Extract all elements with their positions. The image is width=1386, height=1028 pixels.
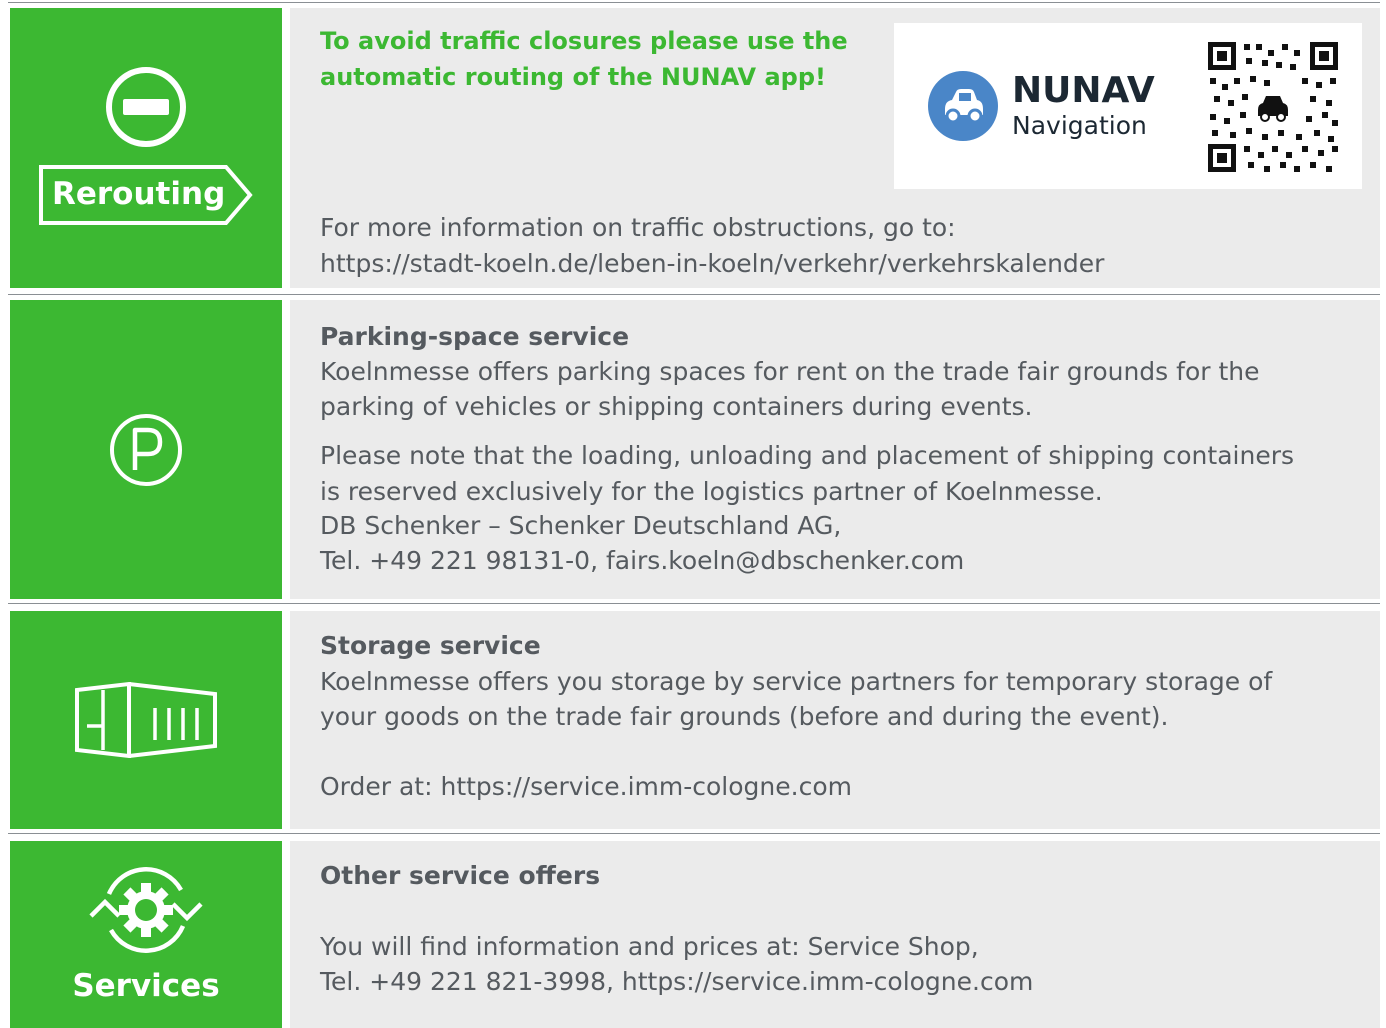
- parking-text-line: Koelnmesse offers parking spaces for ren…: [320, 357, 1260, 386]
- parking-panel: Parking-space service Koelnmesse offers …: [290, 300, 1380, 599]
- nunav-banner: NUNAV Navigation: [894, 23, 1362, 189]
- container-icon: [75, 682, 217, 758]
- services-text-line: You will find information and prices at:…: [320, 932, 979, 961]
- nunav-brand-name: NUNAV: [1012, 70, 1155, 111]
- no-entry-icon: [106, 67, 186, 147]
- rerouting-headline: To avoid traffic closures please use the: [320, 27, 848, 55]
- nunav-brand-subtitle: Navigation: [1012, 111, 1147, 140]
- services-tile: Services: [10, 841, 282, 1028]
- rerouting-headline: automatic routing of the NUNAV app!: [320, 63, 826, 91]
- divider: [8, 2, 1380, 3]
- parking-note-line: Please note that the loading, unloading …: [320, 441, 1294, 470]
- parking-contact[interactable]: Tel. +49 221 98131-0, fairs.koeln@dbsche…: [320, 544, 964, 578]
- parking-title: Parking-space service: [320, 322, 630, 351]
- parking-section: Parking-space service Koelnmesse offers …: [10, 300, 1380, 599]
- rerouting-panel: To avoid traffic closures please use the…: [290, 8, 1380, 288]
- storage-title: Storage service: [320, 631, 541, 660]
- divider: [8, 603, 1380, 604]
- storage-order-link[interactable]: Order at: https://service.imm-cologne.co…: [320, 770, 852, 804]
- rerouting-tile: Rerouting: [10, 8, 282, 288]
- rerouting-info-text: For more information on traffic obstruct…: [320, 213, 956, 242]
- parking-note-line: is reserved exclusively for the logistic…: [320, 477, 1103, 506]
- service-gear-icon: [89, 866, 203, 953]
- divider: [8, 294, 1380, 295]
- parking-tile: [10, 300, 282, 599]
- storage-tile: [10, 611, 282, 829]
- storage-text-line: your goods on the trade fair grounds (be…: [320, 702, 1169, 731]
- rerouting-sign: Rerouting: [38, 164, 254, 226]
- rerouting-info-link[interactable]: https://stadt-koeln.de/leben-in-koeln/ve…: [320, 247, 1104, 281]
- services-label: Services: [72, 967, 220, 1004]
- car-icon: [928, 71, 998, 141]
- services-panel: Other service offers You will find infor…: [290, 841, 1380, 1028]
- parking-text-line: parking of vehicles or shipping containe…: [320, 392, 1033, 421]
- qr-code-icon: [1206, 40, 1340, 174]
- rerouting-section: Rerouting To avoid traffic closures plea…: [10, 8, 1380, 288]
- services-contact[interactable]: Tel. +49 221 821-3998, https://service.i…: [320, 965, 1033, 999]
- storage-panel: Storage service Koelnmesse offers you st…: [290, 611, 1380, 829]
- parking-icon: [110, 413, 182, 486]
- storage-section: Storage service Koelnmesse offers you st…: [10, 611, 1380, 829]
- divider: [8, 833, 1380, 834]
- services-section: Services Other service offers You will f…: [10, 841, 1380, 1028]
- rerouting-label: Rerouting: [52, 176, 226, 212]
- storage-text-line: Koelnmesse offers you storage by service…: [320, 667, 1273, 696]
- parking-note-line: DB Schenker – Schenker Deutschland AG,: [320, 511, 842, 540]
- services-title: Other service offers: [320, 861, 601, 890]
